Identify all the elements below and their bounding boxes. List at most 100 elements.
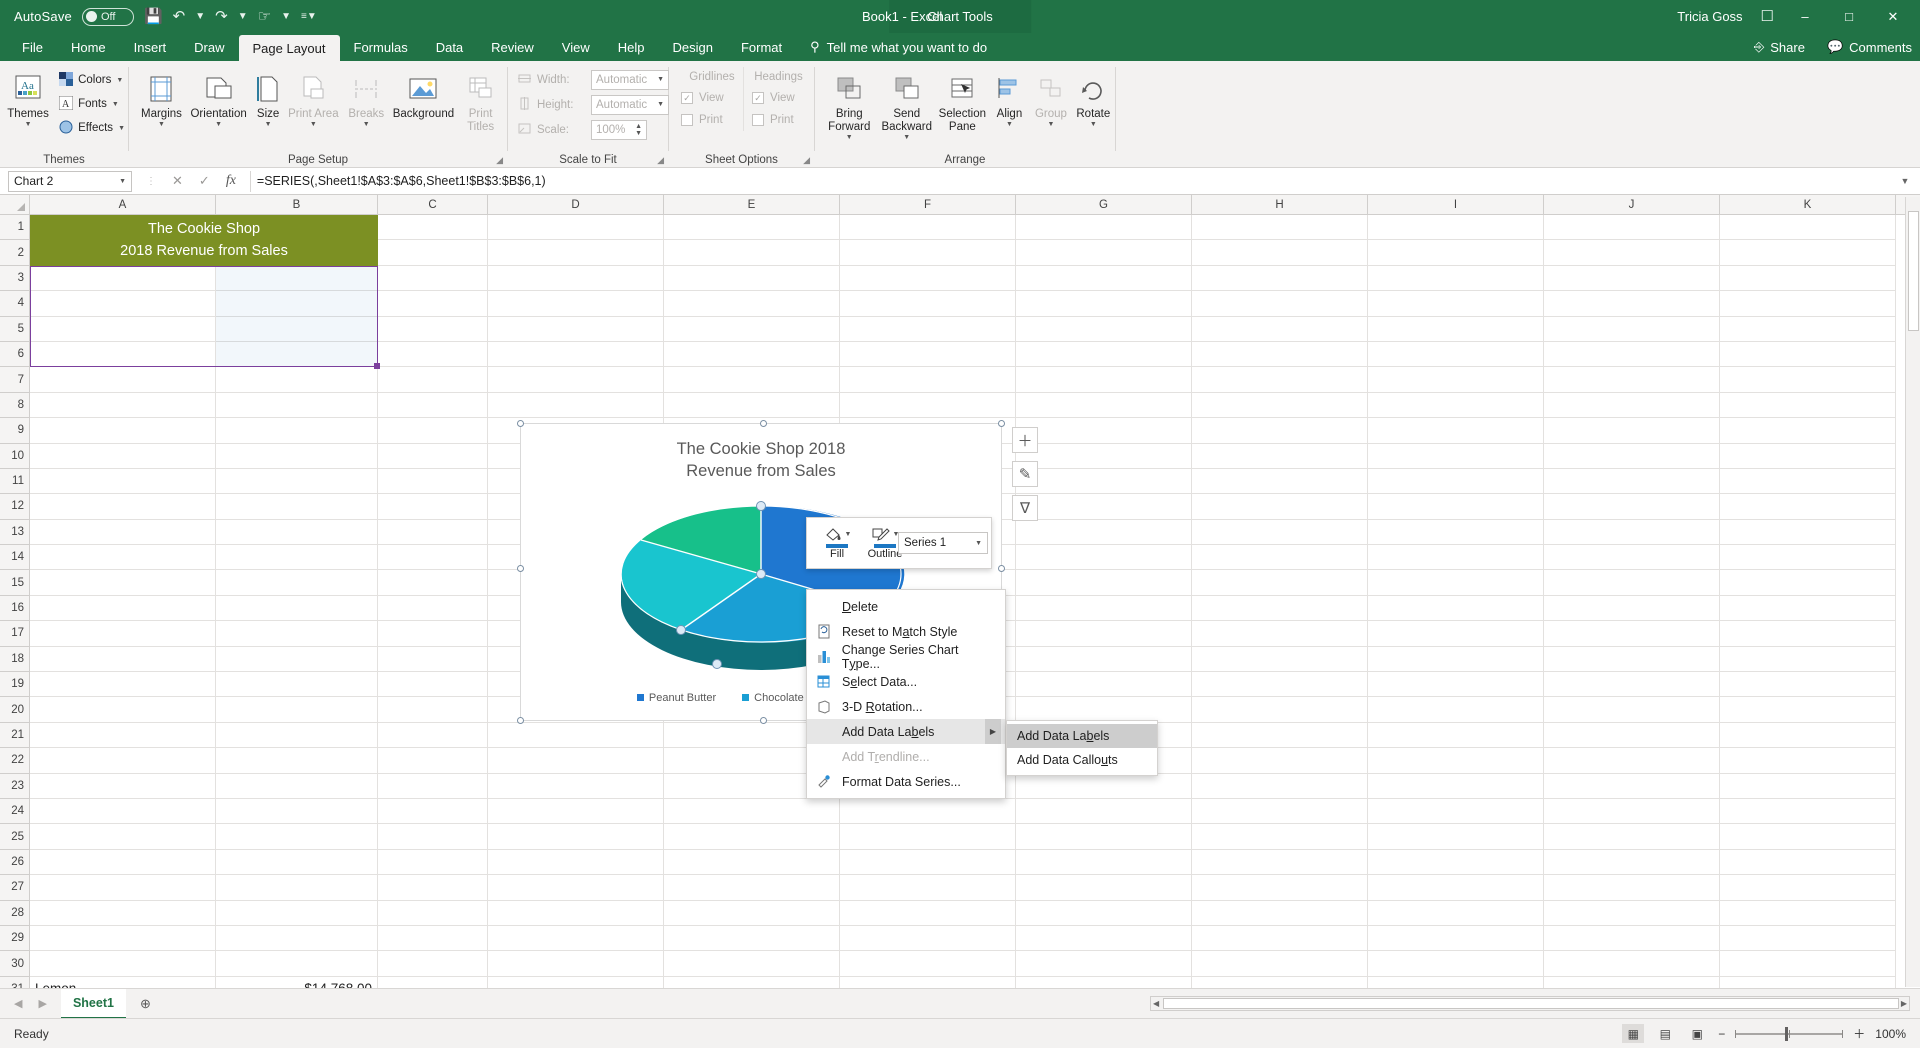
row-header-1[interactable]: 1 [0,215,30,241]
context-menu-item-format-data-series[interactable]: Format Data Series... [807,769,1005,794]
cell-H14[interactable] [1192,773,1368,799]
scroll-right-icon[interactable]: ▶ [1899,999,1909,1008]
cell-J14[interactable] [1544,773,1720,799]
cell-D8[interactable] [488,925,664,952]
zoom-slider-thumb[interactable] [1785,1026,1789,1041]
cell-J8[interactable] [1544,925,1720,952]
cell-J18[interactable] [1544,672,1720,698]
undo-icon[interactable]: ↶ [173,9,186,24]
cell-J23[interactable] [1544,545,1720,571]
page-break-view-icon[interactable]: ▣ [1686,1024,1708,1043]
row-header-26[interactable]: 26 [0,849,30,876]
cell-I36[interactable] [1368,215,1544,241]
chart-styles-button[interactable]: ✎ [1012,461,1038,487]
cell-C19[interactable] [378,646,488,673]
cell-G27[interactable] [1016,443,1192,469]
row-header-2[interactable]: 2 [0,240,30,266]
cell-F29[interactable] [840,392,1016,419]
cell-E34[interactable] [664,265,840,292]
cell-C30[interactable] [378,367,488,393]
previous-sheet-icon[interactable]: ◀ [14,997,22,1010]
row-header-15[interactable]: 15 [0,570,30,596]
cell-G7[interactable] [1016,951,1192,977]
customize-qat-icon[interactable]: ≡▼ [301,11,317,22]
cell-K33[interactable] [1720,291,1896,317]
cell-H28[interactable] [1192,418,1368,444]
cell-A29[interactable] [30,392,216,419]
cell-H9[interactable] [1192,900,1368,926]
cell-C11[interactable] [378,849,488,876]
scroll-left-icon[interactable]: ◀ [1151,999,1161,1008]
cell-J12[interactable] [1544,824,1720,850]
cell-J11[interactable] [1544,849,1720,876]
zoom-slider[interactable] [1735,1026,1844,1041]
cell-C9[interactable] [378,900,488,926]
cell-J13[interactable] [1544,798,1720,825]
row-header-18[interactable]: 18 [0,646,30,673]
cancel-icon[interactable]: ✕ [172,173,183,189]
sheet-options-dialog-launcher-icon[interactable]: ◢ [803,155,810,166]
cell-B18[interactable] [216,672,378,698]
cell-C29[interactable] [378,392,488,419]
cell-G26[interactable] [1016,468,1192,495]
cell-G13[interactable] [1016,798,1192,825]
vertical-scroll-thumb[interactable] [1908,211,1919,331]
cell-I12[interactable] [1368,824,1544,850]
maximize-button[interactable]: □ [1836,9,1862,24]
cell-E30[interactable] [664,367,840,393]
cell-H31[interactable] [1192,341,1368,368]
horizontal-scrollbar[interactable]: ◀ ▶ [1150,996,1910,1011]
row-header-19[interactable]: 19 [0,672,30,698]
cell-B26[interactable] [216,468,378,495]
cell-H35[interactable] [1192,240,1368,266]
cell-H16[interactable] [1192,722,1368,749]
touch-dropdown-icon[interactable]: ▼ [281,11,291,22]
vertical-scrollbar[interactable] [1905,197,1920,987]
cell-F34[interactable] [840,265,1016,292]
row-header-9[interactable]: 9 [0,418,30,444]
print-area-button[interactable]: Print Area ▼ [287,66,340,129]
cell-I20[interactable] [1368,621,1544,647]
cell-B27[interactable] [216,443,378,469]
cell-D31[interactable] [488,341,664,368]
row-header-29[interactable]: 29 [0,925,30,952]
tab-data[interactable]: Data [422,33,477,61]
cell-J28[interactable] [1544,418,1720,444]
bring-forward-button[interactable]: Bring Forward ▼ [821,66,878,142]
cell-C12[interactable] [378,824,488,850]
touch-mode-icon[interactable]: ☞ [258,9,271,24]
undo-dropdown-icon[interactable]: ▼ [195,11,205,22]
context-menu-item-delete[interactable]: Delete [807,594,1005,619]
cell-H18[interactable] [1192,672,1368,698]
title-banner[interactable]: The Cookie Shop 2018 Revenue from Sales [30,215,378,266]
row-header-4[interactable]: 4 [0,291,30,317]
scale-dialog-launcher-icon[interactable]: ◢ [657,155,664,166]
column-header-d[interactable]: D [488,195,664,214]
send-backward-button[interactable]: Send Backward ▼ [878,66,936,142]
cell-F33[interactable] [840,291,1016,317]
cell-B19[interactable] [216,646,378,673]
cell-K20[interactable] [1720,621,1896,647]
tab-page-layout[interactable]: Page Layout [238,35,340,61]
cell-I13[interactable] [1368,798,1544,825]
cell-H17[interactable] [1192,697,1368,723]
cell-A22[interactable] [30,570,216,596]
cell-J9[interactable] [1544,900,1720,926]
orientation-button[interactable]: Orientation ▼ [188,66,249,129]
selection-pane-button[interactable]: Selection Pane [936,66,989,134]
row-header-22[interactable]: 22 [0,748,30,774]
cell-H24[interactable] [1192,519,1368,546]
cell-B29[interactable] [216,392,378,419]
themes-caret-icon[interactable]: ▼ [25,121,32,129]
sheet-tab-sheet1[interactable]: Sheet1 [60,988,126,1019]
tab-design[interactable]: Design [659,33,727,61]
cell-B7[interactable] [216,951,378,977]
cell-C33[interactable] [378,291,488,317]
cell-K16[interactable] [1720,722,1896,749]
zoom-level[interactable]: 100% [1875,1027,1906,1041]
cell-B21[interactable] [216,595,378,622]
cell-G30[interactable] [1016,367,1192,393]
cell-I29[interactable] [1368,392,1544,419]
cell-E12[interactable] [664,824,840,850]
cell-C27[interactable] [378,443,488,469]
